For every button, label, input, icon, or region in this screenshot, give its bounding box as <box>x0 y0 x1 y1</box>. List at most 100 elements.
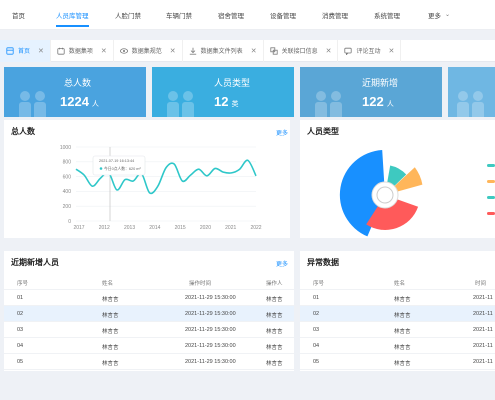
tab-dataset-items[interactable]: 数据集项 ✕ <box>51 39 114 62</box>
nav-item-face-access[interactable]: 人脸门禁 <box>115 0 141 30</box>
table-row[interactable]: 05 林言言 2021-11-29 15:30:00 林言言 <box>4 354 294 370</box>
table-header: 序号 姓名 时间 <box>300 274 495 290</box>
y-tick-label: 400 <box>63 189 72 195</box>
legend-dot-3 <box>487 196 495 199</box>
table-cell: 2021-11 <box>473 311 493 317</box>
table-cell: 林言言 <box>394 345 411 351</box>
people-icon <box>167 91 194 117</box>
table-cell: 02 <box>17 311 24 317</box>
table-cell: 2021-11-29 15:30:00 <box>185 311 236 317</box>
table-row[interactable]: 03 林言言 2021-11 <box>300 322 495 338</box>
stat-value: 122 人 <box>362 94 394 109</box>
nav-item-more[interactable]: 更多 ⌄ <box>428 0 450 30</box>
table-cell: 2021-11-29 15:30:00 <box>185 343 236 349</box>
nav-item-consumption[interactable]: 消费管理 <box>322 0 348 30</box>
table-cell: 林言言 <box>102 361 119 367</box>
people-icon <box>19 91 46 117</box>
rose-chart <box>339 150 423 237</box>
tab-dataset-spec[interactable]: 数据集规范 ✕ <box>114 39 183 62</box>
tab-comments[interactable]: 评论互动 ✕ <box>338 39 402 62</box>
type-panel: 人员类型 <box>300 120 495 238</box>
recent-panel: 近期新增人员 更多 序号 姓名 操作时间 操作人 01 林言言 2021-11-… <box>4 251 294 371</box>
table-cell: 04 <box>17 343 24 349</box>
tab-dataset-files[interactable]: 数据集文件列表 ✕ <box>183 39 264 62</box>
close-icon[interactable]: ✕ <box>388 47 394 55</box>
header-cell: 姓名 <box>394 281 406 287</box>
table-cell: 05 <box>17 359 24 365</box>
panel-title: 异常数据 <box>307 258 339 267</box>
tab-label: 数据集项 <box>68 49 93 55</box>
table-row[interactable]: 04 林言言 2021-11 <box>300 338 495 354</box>
chevron-down-icon: ⌄ <box>445 12 451 18</box>
table-cell: 林言言 <box>266 345 283 351</box>
close-icon[interactable]: ✕ <box>38 47 44 55</box>
table-cell: 2021-11 <box>473 327 493 333</box>
comment-icon <box>344 47 353 55</box>
nav-item-vehicle-access[interactable]: 车辆门禁 <box>166 0 192 30</box>
tab-bar: 首页 ✕ 数据集项 ✕ 数据集规范 ✕ 数据集文件列表 ✕ 关联接口信息 ✕ 评… <box>0 39 495 62</box>
download-icon <box>189 47 196 55</box>
table-cell: 林言言 <box>102 297 119 303</box>
x-tick-label: 2022 <box>250 225 261 231</box>
x-tick-label: 2014 <box>149 225 160 231</box>
close-icon[interactable]: ✕ <box>170 47 176 55</box>
x-tick-label: 2017 <box>73 225 84 231</box>
table-cell: 林言言 <box>394 329 411 335</box>
nav-item-system[interactable]: 系统管理 <box>374 0 400 30</box>
table-cell: 林言言 <box>102 345 119 351</box>
close-icon[interactable]: ✕ <box>101 47 107 55</box>
more-link[interactable]: 更多 <box>276 259 288 268</box>
nav-item-home[interactable]: 首页 <box>12 0 25 30</box>
y-tick-label: 200 <box>63 204 72 210</box>
close-icon[interactable]: ✕ <box>251 47 257 55</box>
line-chart: 0 200 400 600 800 1000 2017 2012 2013 2014 2015 202… <box>60 145 262 231</box>
top-nav: 首页 人员库管理 人脸门禁 车辆门禁 宿舍管理 设备管理 消费管理 系统管理 更… <box>0 0 495 30</box>
table-row[interactable]: 03 林言言 2021-11-29 15:30:00 林言言 <box>4 322 294 338</box>
nav-item-device[interactable]: 设备管理 <box>270 0 296 30</box>
total-panel: 总人数 更多 0 200 400 600 800 1000 2017 2012 2013 2014… <box>4 120 290 238</box>
abnormal-panel: 异常数据 序号 姓名 时间 01 林言言 2021-11 02 林言言 2021… <box>300 251 495 371</box>
table-row[interactable]: 01 林言言 2021-11 <box>300 290 495 306</box>
table-cell: 05 <box>313 359 320 365</box>
tab-linked-interfaces[interactable]: 关联接口信息 ✕ <box>264 39 339 62</box>
rose-center-inner <box>376 186 394 204</box>
y-tick-label: 800 <box>63 160 72 166</box>
legend-dot-4 <box>487 212 495 215</box>
header-cell: 操作人 <box>266 281 283 287</box>
y-tick-label: 0 <box>68 219 71 225</box>
close-icon[interactable]: ✕ <box>326 47 332 55</box>
x-tick-label: 2021 <box>225 225 236 231</box>
stat-card-types[interactable]: 人员类型 12 类 <box>152 67 294 117</box>
table-cell: 03 <box>313 327 320 333</box>
stat-card-partial[interactable] <box>448 67 495 117</box>
table-row[interactable]: 01 林言言 2021-11-29 15:30:00 林言言 <box>4 290 294 306</box>
home-icon <box>6 46 14 55</box>
tab-home[interactable]: 首页 ✕ <box>0 39 51 62</box>
nav-item-dorm[interactable]: 宿舍管理 <box>218 0 244 30</box>
table-cell: 林言言 <box>394 297 411 303</box>
table-cell: 林言言 <box>102 329 119 335</box>
header-cell: 姓名 <box>102 281 114 287</box>
nav-item-personnel[interactable]: 人员库管理 <box>56 0 89 30</box>
table-cell: 2021-11-29 15:30:00 <box>185 295 236 301</box>
table-cell: 林言言 <box>394 361 411 367</box>
table-cell: 2021-11-29 15:30:00 <box>185 327 236 333</box>
nav-more-label: 更多 <box>428 12 441 20</box>
table-row[interactable]: 02 林言言 2021-11-29 15:30:00 林言言 <box>4 306 294 322</box>
table-cell: 2021-11-29 15:30:00 <box>185 359 236 365</box>
table-row[interactable]: 05 林言言 2021-11 <box>300 354 495 370</box>
stat-card-recent[interactable]: 近期新增 122 人 <box>300 67 442 117</box>
header-cell: 序号 <box>313 281 325 287</box>
tab-label: 数据集文件列表 <box>200 49 243 55</box>
tab-label: 评论互动 <box>356 49 381 55</box>
tooltip-date: 2021-07-19 16:13:44 <box>99 159 134 163</box>
stat-card-total[interactable]: 总人数 1224 人 <box>4 67 146 117</box>
table-row[interactable]: 04 林言言 2021-11-29 15:30:00 林言言 <box>4 338 294 354</box>
legend-dot-1 <box>487 164 495 167</box>
stat-title: 近期新增 <box>362 78 399 88</box>
table-row[interactable]: 02 林言言 2021-11 <box>300 306 495 322</box>
panel-title: 近期新增人员 <box>11 258 59 267</box>
folder-icon <box>57 47 65 55</box>
header-cell: 操作时间 <box>189 281 212 287</box>
table-cell: 04 <box>313 343 320 349</box>
